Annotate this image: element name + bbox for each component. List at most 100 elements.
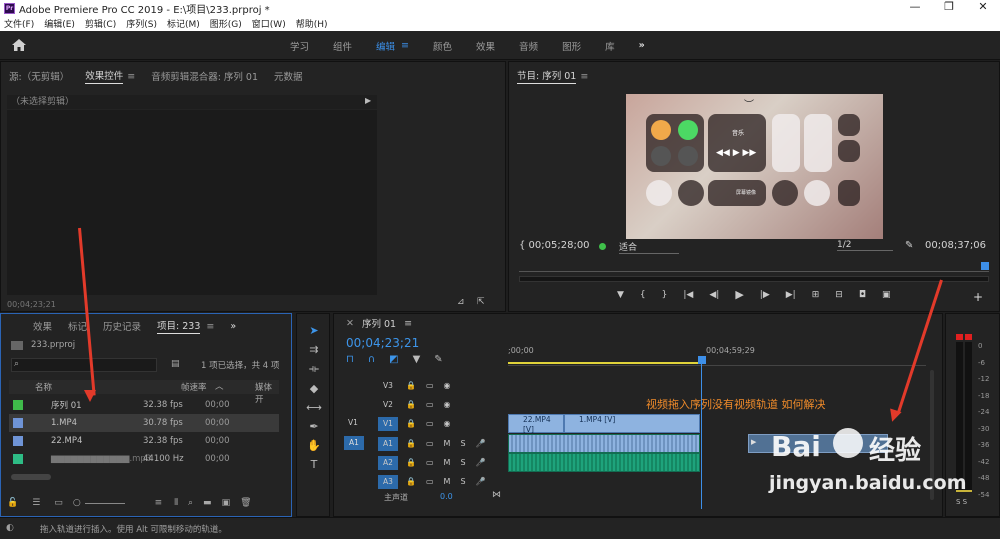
insert-icon[interactable]: ⊞: [812, 290, 820, 300]
panel-menu-icon[interactable]: ≡: [404, 318, 412, 329]
track-label[interactable]: A1: [378, 436, 398, 451]
clip-audio-a2[interactable]: [508, 453, 700, 472]
type-tool-icon[interactable]: T: [297, 458, 331, 471]
work-area-bar[interactable]: [508, 362, 700, 364]
column-name[interactable]: 名称: [35, 381, 52, 393]
sync-lock-icon[interactable]: ▭: [426, 419, 434, 428]
menu-window[interactable]: 窗口(W): [252, 17, 286, 30]
step-forward-icon[interactable]: |▶: [760, 290, 770, 300]
workspace-tab-libraries[interactable]: 库: [605, 39, 615, 53]
sync-lock-icon[interactable]: ▭: [426, 381, 434, 390]
lock-icon[interactable]: 🔓: [7, 498, 18, 508]
lock-icon[interactable]: 🔒: [406, 458, 416, 467]
wrench-icon[interactable]: ✎: [905, 240, 913, 251]
lock-icon[interactable]: 🔒: [406, 419, 416, 428]
zoom-slider[interactable]: [84, 502, 125, 504]
list-item[interactable]: 22.MP4 32.38 fps 00;00: [9, 432, 279, 450]
step-back-icon[interactable]: ◀|: [709, 290, 719, 300]
zoom-slider-icon[interactable]: ○: [73, 498, 81, 508]
menu-graphics[interactable]: 图形(G): [210, 17, 242, 30]
tab-audio-clip-mixer[interactable]: 音频剪辑混合器: 序列 01: [151, 69, 258, 83]
lock-icon[interactable]: 🔒: [406, 439, 416, 448]
trash-icon[interactable]: 🗑: [240, 498, 251, 508]
program-monitor-title[interactable]: 节目: 序列 01: [517, 68, 577, 84]
more-panels-icon[interactable]: »: [230, 321, 236, 332]
workspace-tab-learn[interactable]: 学习: [290, 39, 309, 53]
clip-indicator-left[interactable]: [956, 334, 963, 340]
sync-lock-icon[interactable]: ▭: [426, 400, 434, 409]
snap-icon[interactable]: ∩: [368, 354, 375, 365]
razor-tool-icon[interactable]: ◆: [297, 382, 331, 395]
workspace-tab-audio[interactable]: 音频: [519, 39, 538, 53]
clip-indicator-right[interactable]: [965, 334, 972, 340]
automate-icon[interactable]: ⫴: [174, 498, 178, 508]
list-view-icon[interactable]: ☰: [32, 498, 40, 508]
track-select-tool-icon[interactable]: ⇉: [297, 343, 331, 356]
eye-icon[interactable]: ◉: [444, 400, 451, 409]
panel-menu-icon[interactable]: ≡: [580, 71, 588, 82]
home-icon[interactable]: [12, 39, 26, 51]
maximize-button[interactable]: ❐: [932, 0, 966, 13]
solo-button[interactable]: S: [460, 439, 465, 448]
fit-dropdown[interactable]: 适合: [619, 240, 679, 254]
eye-icon[interactable]: ◉: [444, 381, 451, 390]
new-bin-from-search-icon[interactable]: ▤: [171, 359, 180, 369]
menu-markers[interactable]: 标记(M): [167, 17, 200, 30]
program-zoom-scrollbar[interactable]: [519, 276, 989, 282]
workspace-menu-icon[interactable]: ≡: [401, 40, 409, 51]
list-item[interactable]: 序列 01 32.38 fps 00;00: [9, 396, 279, 414]
hand-tool-icon[interactable]: ✋: [297, 439, 331, 452]
new-item-icon[interactable]: ▣: [222, 498, 231, 508]
resolution-dropdown[interactable]: 1/2: [837, 240, 893, 251]
horizontal-scrollbar[interactable]: [11, 474, 51, 480]
export-icon[interactable]: ⇱: [477, 297, 485, 307]
clip-audio-a1[interactable]: [508, 434, 700, 453]
workspace-tab-effects[interactable]: 效果: [476, 39, 495, 53]
microphone-icon[interactable]: 🎤: [476, 477, 486, 486]
go-to-in-icon[interactable]: |◀: [683, 290, 693, 300]
jump-to-end-icon[interactable]: ⋈: [492, 490, 501, 500]
menu-help[interactable]: 帮助(H): [296, 17, 328, 30]
lock-icon[interactable]: 🔒: [406, 381, 416, 390]
add-marker-icon[interactable]: ▼: [617, 290, 624, 300]
timeline-title[interactable]: 序列 01: [362, 316, 396, 330]
workspace-tab-editing[interactable]: 编辑: [376, 39, 395, 53]
mark-out-icon[interactable]: }: [662, 290, 668, 300]
timeline-ruler[interactable]: ;00;00 00;04;59;29: [508, 344, 926, 366]
lock-icon[interactable]: 🔒: [406, 400, 416, 409]
menu-file[interactable]: 文件(F): [4, 17, 34, 30]
icon-view-icon[interactable]: ▭: [54, 498, 63, 508]
new-bin-icon[interactable]: ▬: [203, 498, 212, 508]
track-label[interactable]: A3: [378, 474, 398, 489]
add-button-icon[interactable]: +: [973, 290, 983, 304]
track-label[interactable]: V1: [378, 416, 398, 431]
selection-tool-icon[interactable]: ➤: [297, 324, 331, 337]
microphone-icon[interactable]: 🎤: [476, 439, 486, 448]
slip-tool-icon[interactable]: ⟷: [297, 401, 331, 414]
go-to-out-icon[interactable]: ▶|: [786, 290, 796, 300]
playhead-icon[interactable]: [981, 262, 989, 270]
overwrite-icon[interactable]: ⊟: [835, 290, 843, 300]
menu-edit[interactable]: 编辑(E): [44, 17, 75, 30]
pen-tool-icon[interactable]: ✒: [297, 420, 331, 433]
sync-lock-icon[interactable]: ▭: [426, 439, 434, 448]
sort-up-icon[interactable]: ︿: [215, 380, 224, 392]
mute-button[interactable]: M: [444, 439, 451, 448]
list-item[interactable]: 1.MP4 30.78 fps 00;00: [9, 414, 279, 432]
list-item[interactable]: ▆▆▆▆▆▆▆▆▆▆▆▆.mp3 44100 Hz 00;00: [9, 450, 279, 468]
source-patch-a1[interactable]: A1: [344, 436, 364, 450]
close-button[interactable]: ✕: [966, 0, 1000, 13]
program-ruler[interactable]: [519, 264, 989, 272]
add-marker-icon[interactable]: ▼: [413, 354, 421, 365]
clip-1-mp4-video[interactable]: 1.MP4 [V]: [564, 414, 700, 433]
tab-project[interactable]: 项目: 233: [157, 318, 201, 334]
workspace-tab-graphics[interactable]: 图形: [562, 39, 581, 53]
minimize-button[interactable]: —: [898, 0, 932, 13]
play-icon[interactable]: ▶: [735, 288, 743, 301]
timeline-timecode[interactable]: 00;04;23;21: [346, 336, 419, 350]
ripple-edit-tool-icon[interactable]: ⟛: [297, 362, 331, 376]
microphone-icon[interactable]: 🎤: [476, 458, 486, 467]
track-label[interactable]: V3: [378, 379, 398, 393]
tab-effect-controls[interactable]: 效果控件: [85, 68, 124, 84]
source-patch-v1[interactable]: V1: [348, 418, 358, 427]
